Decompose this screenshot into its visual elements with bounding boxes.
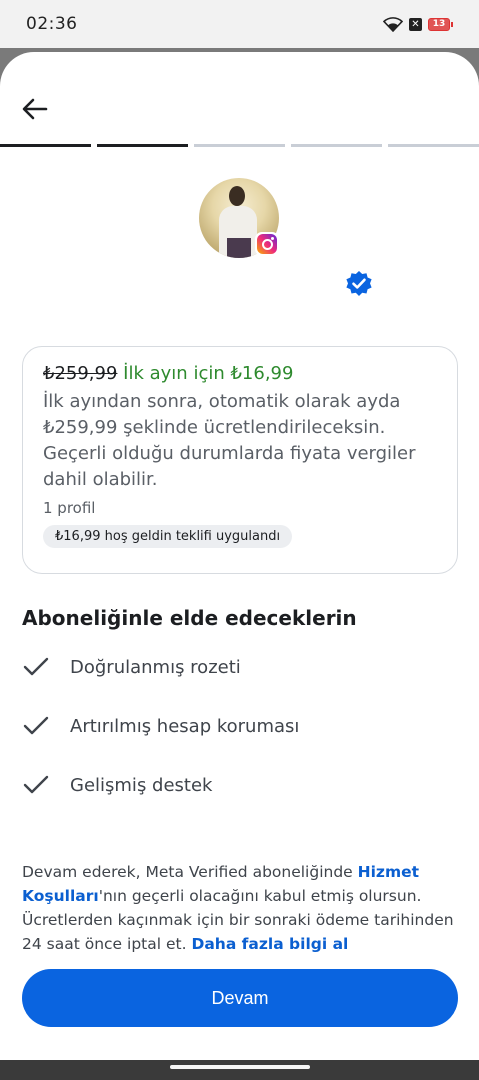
subscription-sheet: ₺259,99 İlk ayın için ₺16,99 İlk ayından… [0, 52, 479, 1060]
check-icon [23, 716, 49, 735]
legal-notice: Devam ederek, Meta Verified aboneliğinde… [22, 860, 458, 956]
legal-text-1: Devam ederek, Meta Verified aboneliğinde [22, 863, 358, 881]
wifi-icon [383, 16, 403, 32]
progress-step-1 [0, 144, 91, 147]
old-price: ₺259,99 [43, 363, 118, 384]
check-icon [23, 775, 49, 794]
benefit-item: Gelişmiş destek [22, 774, 212, 796]
home-indicator[interactable] [170, 1065, 310, 1069]
benefit-item: Artırılmış hesap koruması [22, 715, 299, 737]
status-time: 02:36 [26, 14, 78, 34]
benefits-title: Aboneliğinle elde edeceklerin [22, 606, 357, 630]
progress-step-3 [194, 144, 285, 147]
back-button[interactable] [22, 98, 48, 120]
step-progress [0, 144, 479, 147]
price-card: ₺259,99 İlk ayın için ₺16,99 İlk ayından… [22, 346, 458, 574]
status-bar: 02:36 ✕ 13 [0, 0, 479, 48]
progress-step-4 [291, 144, 382, 147]
profile-count: 1 profil [43, 499, 96, 517]
price-line: ₺259,99 İlk ayın için ₺16,99 [43, 361, 437, 387]
status-icons: ✕ 13 [383, 16, 453, 32]
benefit-label: Doğrulanmış rozeti [70, 656, 241, 678]
benefit-item: Doğrulanmış rozeti [22, 656, 241, 678]
profile-avatar [199, 178, 279, 258]
arrow-left-icon [22, 98, 48, 120]
x-icon: ✕ [409, 17, 422, 31]
price-description: İlk ayından sonra, otomatik olarak ayda … [43, 391, 416, 490]
learn-more-link[interactable]: Daha fazla bilgi al [191, 935, 348, 953]
system-nav-bar [0, 1060, 479, 1080]
promo-price: İlk ayın için ₺16,99 [123, 363, 294, 384]
welcome-offer-badge: ₺16,99 hoş geldin teklifi uygulandı [43, 525, 293, 548]
progress-step-2 [97, 144, 188, 147]
battery-icon: 13 [428, 17, 453, 31]
instagram-icon [255, 232, 279, 256]
benefit-label: Gelişmiş destek [70, 774, 213, 796]
benefit-label: Artırılmış hesap koruması [70, 715, 300, 737]
battery-level: 13 [428, 17, 450, 31]
continue-button[interactable]: Devam [22, 969, 458, 1027]
progress-step-5 [388, 144, 479, 147]
verified-badge-icon [346, 271, 372, 296]
check-icon [23, 657, 49, 676]
